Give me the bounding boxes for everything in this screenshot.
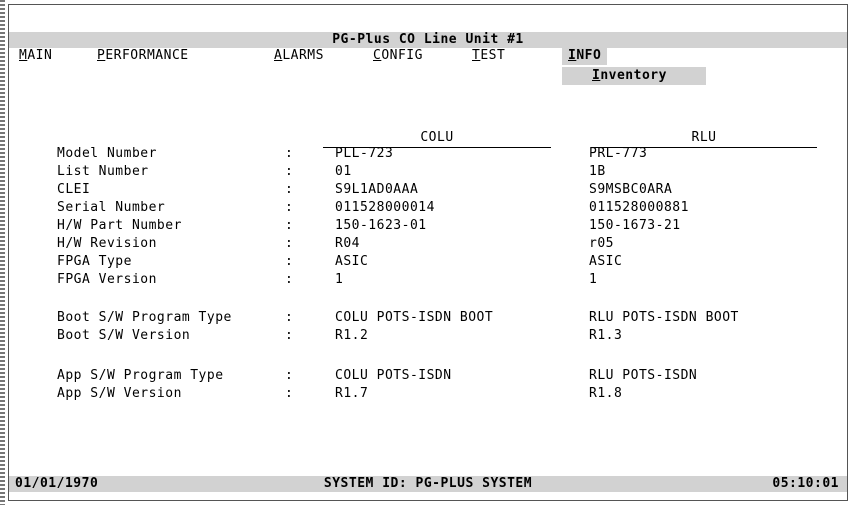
inventory-row-app-program-type: App S/W Program Type : COLU POTS-ISDN RL… (9, 367, 847, 385)
field-separator: : (285, 182, 294, 197)
title-bar: PG-Plus CO Line Unit #1 (9, 32, 847, 48)
field-label: FPGA Type (57, 254, 132, 269)
field-separator: : (285, 146, 294, 161)
rlu-value: 1 (589, 272, 598, 287)
colu-value: 150-1623-01 (335, 218, 427, 233)
rlu-value: 1B (589, 164, 606, 179)
field-separator: : (285, 328, 294, 343)
system-id: SYSTEM ID: PG-PLUS SYSTEM (323, 476, 533, 491)
colu-value: 1 (335, 272, 344, 287)
inventory-row-boot-program-type: Boot S/W Program Type : COLU POTS-ISDN B… (9, 309, 847, 327)
terminal-window: PG-Plus CO Line Unit #1 MAIN PERFORMANCE… (8, 4, 848, 501)
field-label: FPGA Version (57, 272, 157, 287)
rlu-value: RLU POTS-ISDN BOOT (589, 310, 739, 325)
submenu-inventory[interactable]: Inventory (562, 67, 706, 85)
field-label: H/W Part Number (57, 218, 182, 233)
rlu-value: ASIC (589, 254, 623, 269)
window-frame-edge (0, 0, 5, 505)
rlu-value: R1.8 (589, 386, 623, 401)
field-label: CLEI (57, 182, 91, 197)
field-label: List Number (57, 164, 149, 179)
field-label: Model Number (57, 146, 157, 161)
rlu-value: 011528000881 (589, 200, 689, 215)
colu-value: R04 (335, 236, 360, 251)
field-label: Boot S/W Version (57, 328, 191, 343)
colu-value: COLU POTS-ISDN (335, 368, 452, 383)
rlu-value: RLU POTS-ISDN (589, 368, 698, 383)
field-separator: : (285, 368, 294, 383)
inventory-row-list-number: List Number : 01 1B (9, 163, 847, 181)
field-separator: : (285, 236, 294, 251)
menu-info[interactable]: INFO (562, 47, 608, 65)
inventory-row-clei: CLEI : S9L1AD0AAA S9MSBC0ARA (9, 181, 847, 199)
menu-performance[interactable]: PERFORMANCE (97, 47, 189, 65)
menu-test[interactable]: TEST (472, 47, 505, 65)
field-separator: : (285, 272, 294, 287)
colu-value: R1.2 (335, 328, 369, 343)
field-label: App S/W Version (57, 386, 182, 401)
status-bar: SYSTEM ID: PG-PLUS SYSTEM 01/01/1970 05:… (9, 476, 847, 492)
field-label: Boot S/W Program Type (57, 310, 232, 325)
field-label: App S/W Program Type (57, 368, 224, 383)
rlu-value: S9MSBC0ARA (589, 182, 673, 197)
colu-value: 011528000014 (335, 200, 435, 215)
field-label: Serial Number (57, 200, 166, 215)
status-time: 05:10:01 (772, 476, 839, 491)
inventory-row-hw-revision: H/W Revision : R04 r05 (9, 235, 847, 253)
inventory-row-serial-number: Serial Number : 011528000014 01152800088… (9, 199, 847, 217)
field-separator: : (285, 200, 294, 215)
colu-value: 01 (335, 164, 352, 179)
rlu-value: 150-1673-21 (589, 218, 681, 233)
inventory-row-fpga-version: FPGA Version : 1 1 (9, 271, 847, 289)
window-title: PG-Plus CO Line Unit #1 (332, 32, 524, 47)
colu-value: ASIC (335, 254, 369, 269)
menu-alarms[interactable]: ALARMS (274, 47, 324, 65)
colu-value: S9L1AD0AAA (335, 182, 419, 197)
inventory-row-boot-version: Boot S/W Version : R1.2 R1.3 (9, 327, 847, 345)
menu-config[interactable]: CONFIG (373, 47, 423, 65)
rlu-value: PRL-773 (589, 146, 648, 161)
rlu-value: R1.3 (589, 328, 623, 343)
inventory-row-model-number: Model Number : PLL-723 PRL-773 (9, 145, 847, 163)
inventory-row-hw-part-number: H/W Part Number : 150-1623-01 150-1673-2… (9, 217, 847, 235)
colu-value: R1.7 (335, 386, 369, 401)
status-date: 01/01/1970 (15, 476, 99, 491)
menu-main[interactable]: MAIN (19, 47, 52, 65)
field-separator: : (285, 310, 294, 325)
rlu-value: r05 (589, 236, 614, 251)
field-separator: : (285, 164, 294, 179)
colu-value: COLU POTS-ISDN BOOT (335, 310, 494, 325)
inventory-row-app-version: App S/W Version : R1.7 R1.8 (9, 385, 847, 403)
field-separator: : (285, 386, 294, 401)
field-separator: : (285, 218, 294, 233)
field-label: H/W Revision (57, 236, 157, 251)
field-separator: : (285, 254, 294, 269)
colu-value: PLL-723 (335, 146, 394, 161)
inventory-row-fpga-type: FPGA Type : ASIC ASIC (9, 253, 847, 271)
